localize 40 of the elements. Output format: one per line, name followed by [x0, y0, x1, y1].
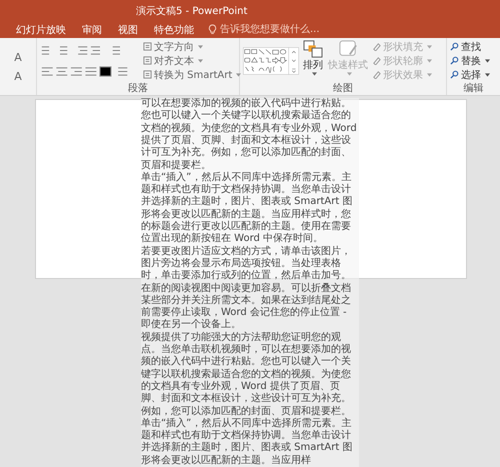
caret-icon — [346, 72, 352, 76]
caret-icon — [485, 58, 490, 63]
editing-command[interactable]: 替换 — [450, 54, 497, 68]
paragraph-command[interactable]: 转换为 SmartArt — [143, 68, 242, 82]
tell-me-field[interactable]: 告诉我您想要做什么... — [208, 24, 340, 36]
group-label: 绘图 — [332, 83, 354, 96]
paragraph-command[interactable]: 文字方向 — [143, 40, 242, 54]
editing-icon — [450, 42, 459, 52]
text-layout-icon — [143, 70, 152, 80]
ribbon-tab[interactable]: 幻灯片放映 — [8, 22, 74, 38]
caret-icon — [427, 72, 432, 77]
text-layout-icon — [143, 56, 152, 66]
text-paragraph: 可以在想要添加的视频的嵌入代码中进行粘贴。您也可以键入一个关键字以联机搜索最适合您的文档的视频。为使您的文档具有专业外观，Word 提供了页眉、页脚、封面和文本框设计，这些设计可互为补充。例如，您可以添加匹配的封面、页眉和提要栏。 — [141, 98, 358, 172]
editing-icon — [450, 70, 459, 80]
grow-font-button[interactable]: A — [3, 51, 33, 64]
caret-icon — [427, 58, 432, 63]
group-label: 段落 — [127, 83, 149, 96]
caret-icon — [198, 44, 203, 49]
font-color-button[interactable]: A — [3, 70, 33, 84]
caret-icon — [312, 72, 316, 76]
text-paragraph: 单击“插入”，然后从不同库中选择所需元素。主题和样式也有助于文档保持协调。当您单击设计并选择新的主题时，图片、图表或 SmartArt 图形将会更改以匹配新的主题。当应用样式时，您的标题会进行更改以匹配新的主题。使用在需要位置出现的新按钮在 Word 中保存时间。 — [141, 172, 354, 246]
text-paragraph: 若要更改图片适应文档的方式，请单击该图片，图片旁边将会显示布局选项按钮。当处理表格时，单击要添加行或列的位置，然后单击加号。在新的阅读视图中阅读更加容易。可以折叠文档某些部分并关注所需文本。如果在达到结尾处之前需要停止读取，Word 会记住您的停止位置 - 即使在另一个设备上。 — [141, 246, 352, 332]
caret-icon — [485, 72, 490, 77]
editing-command[interactable]: 选择 — [450, 68, 497, 82]
text-paragraph: 视频提供了功能强大的方法帮助您证明您的观点。当您单击联机视频时，可以在想要添加的视频的嵌入代码中进行粘贴。您也可以键入一个关键字以联机搜索最适合您的文档的视频。为使您的文档具有专业外观，Word 提供了页眉、页脚、封面和文本框设计，这些设计可互为补充。例如，您可以添加匹配的封面、页眉和提要栏。 — [141, 332, 352, 418]
ribbon-tab[interactable]: 特色功能 — [146, 22, 202, 38]
window-title: 演示文稿5 - PowerPoint — [136, 4, 248, 18]
ribbon-tab[interactable]: 视图 — [110, 22, 146, 38]
editing-icon — [450, 56, 459, 66]
caret-icon — [198, 58, 203, 63]
caret-icon — [427, 44, 432, 49]
text-layout-icon — [143, 42, 152, 52]
arrange-button[interactable]: 排列 — [302, 40, 324, 84]
lightbulb-icon — [208, 24, 217, 36]
editing-command[interactable]: 查找 — [450, 40, 497, 54]
caret-icon — [236, 72, 242, 77]
ribbon-tab[interactable]: 审阅 — [74, 22, 110, 38]
group-label: 编辑 — [462, 83, 484, 96]
paragraph-command[interactable]: 对齐文本 — [143, 54, 242, 68]
text-paragraph: 单击“插入”，然后从不同库中选择所需元素。主题和样式也有助于文档保持协调。当您单击设计并选择新的主题时，图片、图表或 SmartArt 图形将会更改以匹配新的主题。当应用样 — [141, 418, 354, 467]
